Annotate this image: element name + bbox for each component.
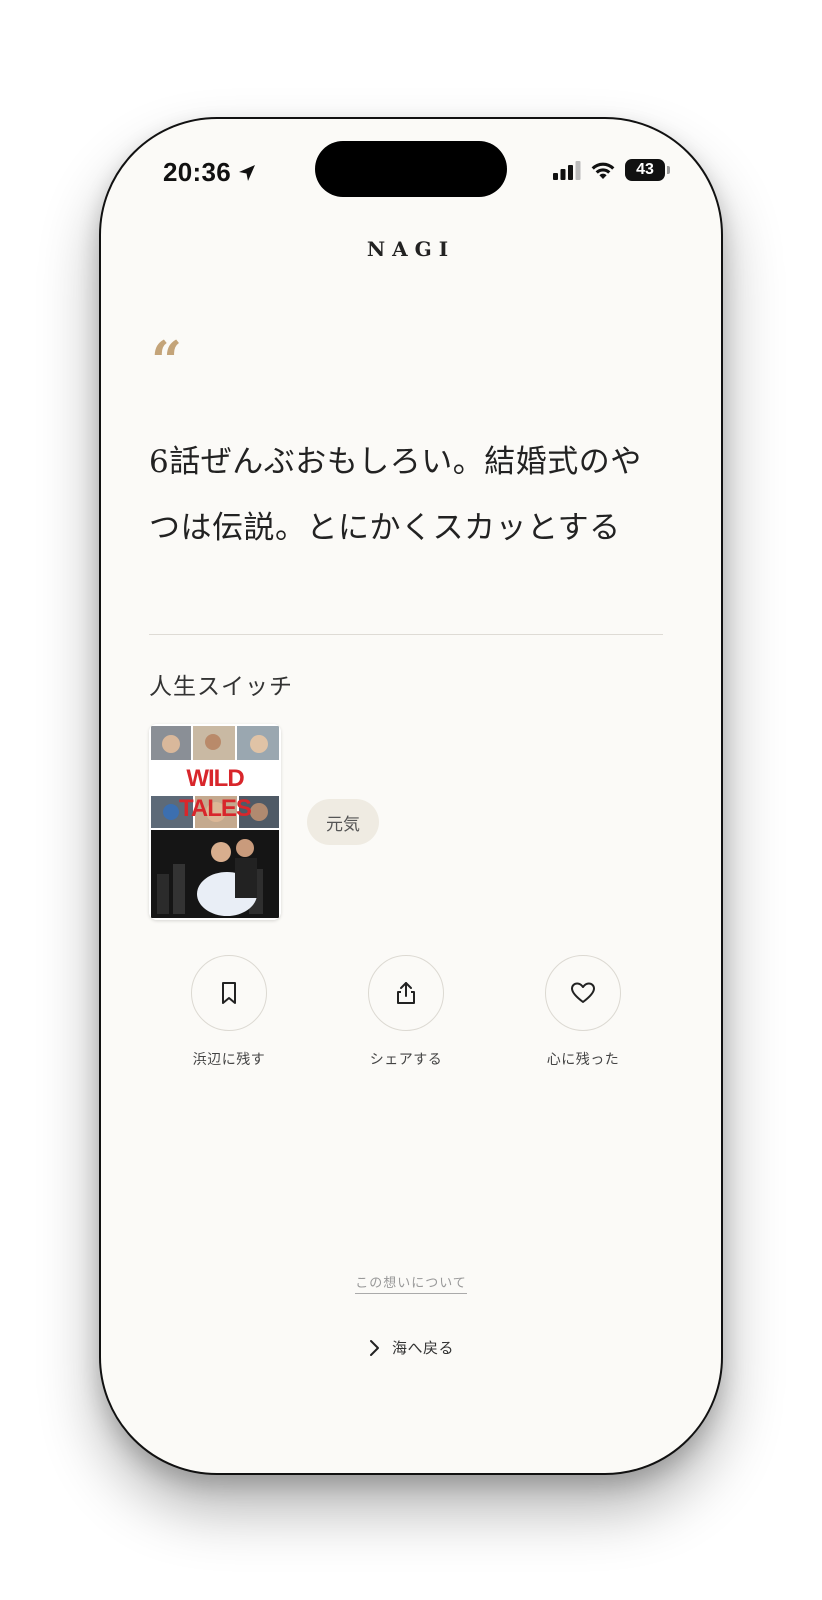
location-arrow-icon <box>239 164 255 181</box>
share-icon <box>397 982 415 1004</box>
poster-title: WILD TALES <box>179 765 252 822</box>
mood-tag[interactable]: 元気 <box>307 799 379 845</box>
status-time-group: 20:36 <box>163 157 257 188</box>
cellular-signal-icon <box>553 161 581 180</box>
touched-heart-circle[interactable] <box>545 955 621 1031</box>
save-to-beach-circle[interactable] <box>191 955 267 1031</box>
back-to-sea-button[interactable]: 海へ戻る <box>101 1337 721 1358</box>
about-this-thought-label[interactable]: この想いについて <box>355 1276 467 1294</box>
app-brand-title: NAGI <box>366 237 456 261</box>
dynamic-island <box>315 141 507 197</box>
touched-heart-label: 心に残った <box>546 1052 620 1068</box>
chevron-right-icon <box>369 1339 379 1356</box>
battery-nub <box>667 166 670 174</box>
status-time: 20:36 <box>163 157 231 187</box>
wifi-icon <box>591 162 615 179</box>
save-to-beach-label: 浜辺に残す <box>192 1052 266 1068</box>
status-bar: 20:36 43 <box>101 119 721 219</box>
share-button[interactable]: シェアする <box>326 955 486 1069</box>
phone-frame: 20:36 43 NAGI “ 6話ぜんぶおもしろい。結婚式のやつは伝説。とにか… <box>99 117 723 1475</box>
status-indicators: 43 <box>553 159 670 181</box>
heart-icon <box>571 982 595 1003</box>
divider <box>149 634 663 635</box>
about-this-thought-link[interactable]: この想いについて <box>101 1272 721 1294</box>
back-to-sea-label[interactable]: 海へ戻る <box>392 1337 454 1358</box>
work-title: 人生スイッチ <box>149 674 293 700</box>
share-circle[interactable] <box>368 955 444 1031</box>
movie-poster[interactable]: WILD TALES <box>149 724 281 920</box>
quote-mark-icon: “ <box>151 329 183 393</box>
quote-text: 6話ぜんぶおもしろい。結婚式のやつは伝説。とにかくスカッとする <box>149 444 642 546</box>
action-bar: 浜辺に残す シェアする 心に残った <box>101 955 721 1075</box>
bookmark-icon <box>222 982 236 1004</box>
battery-level: 43 <box>636 161 654 178</box>
touched-heart-button[interactable]: 心に残った <box>503 955 663 1069</box>
save-to-beach-button[interactable]: 浜辺に残す <box>149 955 309 1069</box>
battery-icon: 43 <box>625 159 670 181</box>
share-label: シェアする <box>369 1052 443 1068</box>
